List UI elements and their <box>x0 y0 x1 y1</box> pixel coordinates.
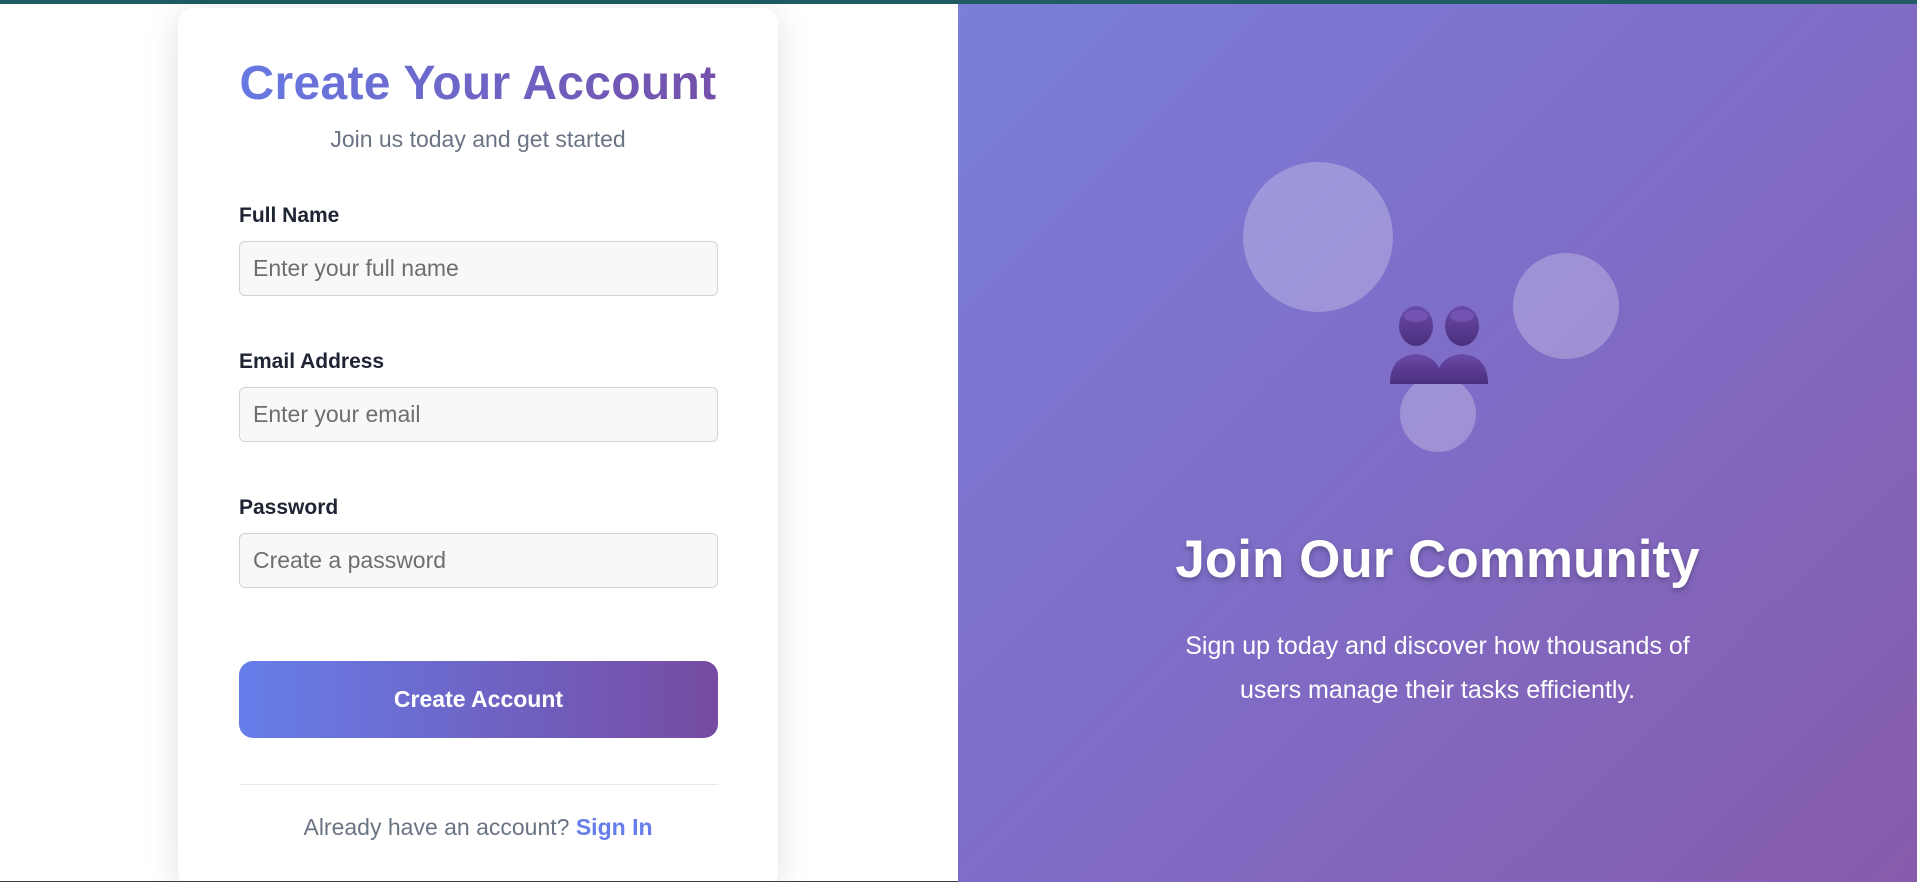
decor-circle-large <box>1243 162 1393 312</box>
signin-prompt: Already have an account? Sign In <box>178 814 778 841</box>
password-label: Password <box>239 496 339 519</box>
hero-description: Sign up today and discover how thousands… <box>1185 632 1690 704</box>
signup-card: Create Your Account Join us today and ge… <box>178 8 778 882</box>
signin-prompt-text: Already have an account? <box>303 814 570 840</box>
decor-circle-small <box>1400 376 1476 452</box>
hero-pane: Join Our Community Sign up today and dis… <box>958 4 1917 882</box>
people-icon <box>1390 306 1488 384</box>
hero-title: Join Our Community <box>1175 530 1700 589</box>
form-pane: Create Your Account Join us today and ge… <box>0 4 958 882</box>
full-name-input[interactable] <box>239 241 718 296</box>
email-input[interactable] <box>239 387 718 442</box>
password-input[interactable] <box>239 533 718 588</box>
decor-circle-medium <box>1513 253 1619 359</box>
full-name-label: Full Name <box>239 204 340 227</box>
page-title: Create Your Account <box>178 56 778 111</box>
divider <box>239 784 718 785</box>
email-label: Email Address <box>239 350 385 373</box>
page-subtitle: Join us today and get started <box>330 126 626 152</box>
sign-in-link[interactable]: Sign In <box>576 814 653 840</box>
create-account-button[interactable]: Create Account <box>239 661 718 738</box>
